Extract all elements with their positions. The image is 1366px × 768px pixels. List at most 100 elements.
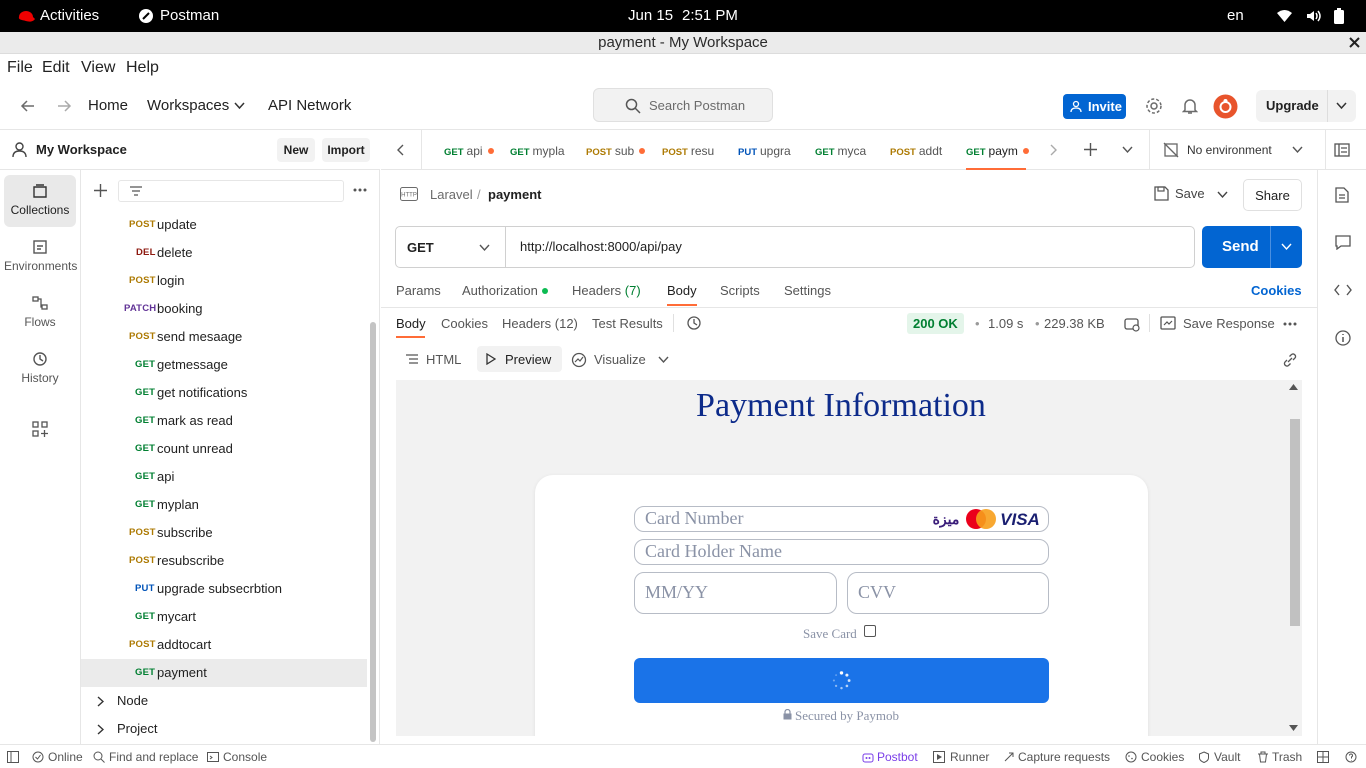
view-visualize[interactable]: Visualize: [594, 352, 646, 367]
toggle-sidebar-icon[interactable]: [7, 751, 19, 763]
code-snippet-icon[interactable]: [1334, 284, 1352, 296]
expiry-input[interactable]: MM/YY: [634, 572, 837, 614]
postbot-button[interactable]: Postbot: [877, 750, 918, 764]
new-button[interactable]: New: [277, 138, 315, 162]
environment-quick-look-icon[interactable]: [1334, 142, 1350, 158]
app-menu[interactable]: Postman: [160, 7, 219, 24]
tree-item-mark-as-read[interactable]: GET mark as read: [81, 407, 367, 435]
documentation-icon[interactable]: [1335, 187, 1349, 203]
response-history-icon[interactable]: [686, 315, 702, 331]
menu-help[interactable]: Help: [126, 59, 159, 77]
menu-file[interactable]: File: [7, 59, 33, 77]
menu-view[interactable]: View: [81, 59, 115, 77]
response-tab-cookies[interactable]: Cookies: [441, 316, 488, 331]
response-tab-test-results[interactable]: Test Results: [592, 316, 663, 331]
runner-button[interactable]: Runner: [950, 750, 989, 764]
tree-item-booking[interactable]: PATCH booking: [81, 295, 367, 323]
rail-flows[interactable]: Flows: [4, 287, 76, 339]
save-options-chevron-icon[interactable]: [1217, 191, 1228, 199]
wifi-icon[interactable]: [1276, 9, 1293, 23]
breadcrumb-request[interactable]: payment: [488, 187, 541, 202]
console-button[interactable]: Console: [223, 750, 267, 764]
scroll-tabs-left-icon[interactable]: [396, 144, 404, 156]
sidebar-scrollbar[interactable]: [370, 322, 376, 742]
url-input[interactable]: http://localhost:8000/api/pay: [520, 239, 682, 254]
tree-item-payment[interactable]: GET payment: [81, 659, 367, 687]
save-card-checkbox[interactable]: [864, 625, 876, 637]
tree-item-myplan[interactable]: GET myplan: [81, 491, 367, 519]
response-tab-headers[interactable]: Headers (12): [502, 316, 578, 331]
workspace-name[interactable]: My Workspace: [36, 142, 127, 157]
environment-selector[interactable]: No environment: [1163, 130, 1313, 170]
tab-headers[interactable]: Headers (7): [572, 283, 641, 298]
preview-scrollbar-thumb[interactable]: [1290, 419, 1300, 626]
tab-resubscribe[interactable]: POST resu: [662, 130, 714, 170]
card-holder-name-input[interactable]: Card Holder Name: [634, 539, 1049, 565]
settings-gear-icon[interactable]: [1145, 97, 1163, 115]
response-size[interactable]: 229.38 KB: [1044, 316, 1105, 331]
tab-authorization[interactable]: Authorization: [462, 283, 538, 298]
cvv-input[interactable]: CVV: [847, 572, 1049, 614]
tab-subscribe[interactable]: POST sub: [586, 130, 646, 170]
home-link[interactable]: Home: [88, 97, 128, 114]
layout-icon[interactable]: [1317, 751, 1329, 763]
share-button[interactable]: Share: [1243, 179, 1302, 211]
network-info-icon[interactable]: [1124, 316, 1140, 332]
close-window-icon[interactable]: [1349, 37, 1360, 48]
tree-item-upgrade-subsecrbtion[interactable]: PUT upgrade subsecrbtion: [81, 575, 367, 603]
add-icon[interactable]: [94, 184, 107, 197]
status-badge[interactable]: 200 OK: [907, 313, 964, 334]
api-network-link[interactable]: API Network: [268, 97, 351, 114]
rail-environments[interactable]: Environments: [4, 231, 77, 283]
tabs-dropdown-icon[interactable]: [1122, 146, 1133, 154]
tab-api[interactable]: GET api: [444, 130, 494, 170]
tree-item-send-mesaage[interactable]: POST send mesaage: [81, 323, 367, 351]
method-selector[interactable]: GET: [396, 227, 506, 267]
apps-grid-icon[interactable]: [32, 421, 48, 437]
menu-edit[interactable]: Edit: [42, 59, 70, 77]
cookies-link[interactable]: Cookies: [1251, 283, 1302, 298]
tab-params[interactable]: Params: [396, 283, 441, 298]
back-arrow-icon[interactable]: [20, 98, 36, 114]
cookies-button[interactable]: Cookies: [1141, 750, 1184, 764]
tab-payment-active[interactable]: GET paym: [966, 130, 1029, 170]
tree-item-mycart[interactable]: GET mycart: [81, 603, 367, 631]
tree-item-subscribe[interactable]: POST subscribe: [81, 519, 367, 547]
notifications-bell-icon[interactable]: [1182, 97, 1198, 115]
forward-arrow-icon[interactable]: [56, 98, 72, 114]
tab-scripts[interactable]: Scripts: [720, 283, 760, 298]
user-avatar-icon[interactable]: [1213, 94, 1238, 119]
tree-item-resubscribe[interactable]: POST resubscribe: [81, 547, 367, 575]
info-icon[interactable]: [1335, 330, 1351, 346]
import-button[interactable]: Import: [322, 138, 370, 162]
tree-item-addtocart[interactable]: POST addtocart: [81, 631, 367, 659]
scroll-down-arrow-icon[interactable]: [1289, 725, 1298, 731]
more-options-icon[interactable]: [353, 188, 367, 192]
workspaces-menu[interactable]: Workspaces: [147, 97, 229, 114]
tab-myplan[interactable]: GET mypla: [510, 130, 565, 170]
volume-icon[interactable]: [1305, 8, 1321, 24]
tab-mycart[interactable]: GET myca: [815, 130, 866, 170]
tree-item-update[interactable]: POST update: [81, 211, 367, 239]
filter-input[interactable]: [118, 180, 344, 202]
trash-button[interactable]: Trash: [1272, 750, 1302, 764]
clock-date[interactable]: Jun 15: [628, 7, 673, 24]
language-indicator[interactable]: en: [1227, 7, 1244, 24]
comments-icon[interactable]: [1335, 235, 1351, 250]
rail-collections[interactable]: Collections: [4, 175, 76, 227]
tree-item-get-notifications[interactable]: GET get notifications: [81, 379, 367, 407]
tree-item-count-unread[interactable]: GET count unread: [81, 435, 367, 463]
response-tab-body-active[interactable]: Body: [396, 316, 426, 331]
upgrade-button[interactable]: Upgrade: [1256, 90, 1356, 122]
help-icon[interactable]: [1345, 751, 1357, 763]
send-options-chevron-icon[interactable]: [1281, 243, 1292, 251]
tab-settings[interactable]: Settings: [784, 283, 831, 298]
activities-button[interactable]: Activities: [40, 7, 99, 24]
save-button[interactable]: Save: [1151, 179, 1211, 209]
upgrade-chevron-icon[interactable]: [1336, 102, 1347, 110]
breadcrumb-collection[interactable]: Laravel: [430, 187, 473, 202]
copy-link-icon[interactable]: [1282, 352, 1298, 368]
response-time[interactable]: 1.09 s: [988, 316, 1023, 331]
tree-item-login[interactable]: POST login: [81, 267, 367, 295]
tree-item-getmessage[interactable]: GET getmessage: [81, 351, 367, 379]
